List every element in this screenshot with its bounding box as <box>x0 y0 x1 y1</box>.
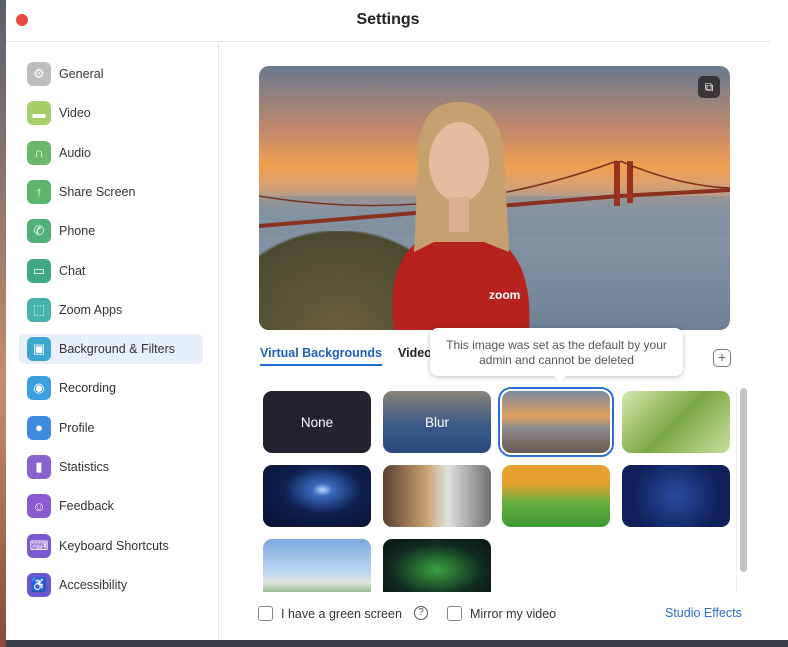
sidebar-item-share-screen[interactable]: ↑ Share Screen <box>19 177 203 207</box>
sidebar-item-label: General <box>59 67 104 81</box>
headphones-icon: ∩ <box>27 140 51 165</box>
background-camper-van[interactable] <box>502 465 610 527</box>
scroll-track <box>736 386 737 591</box>
phone-icon: ✆ <box>27 219 51 244</box>
person-on-camera: zoom <box>392 102 530 330</box>
tab-virtual-backgrounds[interactable]: Virtual Backgrounds <box>260 346 383 366</box>
sidebar-item-label: Audio <box>59 145 91 160</box>
background-golden-gate-bridge[interactable] <box>498 387 614 457</box>
sidebar-item-chat[interactable]: ▭ Chat <box>19 256 203 286</box>
apps-icon: ⬚ <box>27 297 51 322</box>
sidebar-item-audio[interactable]: ∩ Audio <box>19 138 203 168</box>
tooltip: This image was set as the default by you… <box>430 328 683 382</box>
sidebar-item-background-filters[interactable]: ▣ Background & Filters <box>19 334 203 365</box>
window-edge <box>770 0 788 640</box>
sidebar-item-video[interactable]: ▬ Video <box>19 98 203 128</box>
tab-video-filters[interactable]: Video <box>398 346 432 360</box>
background-pattern[interactable] <box>622 465 730 527</box>
sidebar-item-phone[interactable]: ✆ Phone <box>19 216 203 246</box>
window-title: Settings <box>356 11 420 28</box>
video-camera-icon: ▬ <box>27 101 51 126</box>
fullscreen-icon[interactable]: ⧉ <box>698 76 720 98</box>
background-grass[interactable] <box>622 391 730 453</box>
background-label: None <box>300 414 334 430</box>
background-blur[interactable]: Blur <box>383 391 491 453</box>
sidebar-item-label: Phone <box>59 224 96 239</box>
green-screen-label: I have a green screen <box>281 607 402 621</box>
sidebar-item-label: Video <box>59 106 91 121</box>
background-icon: ▣ <box>27 337 51 362</box>
background-aurora[interactable] <box>383 539 491 592</box>
tooltip-line-2: admin and cannot be deleted <box>479 353 634 367</box>
title-bar: Settings <box>6 0 770 42</box>
sidebar-item-label: Chat <box>59 263 86 278</box>
background-office[interactable] <box>383 465 491 527</box>
scrollbar[interactable] <box>740 388 747 572</box>
sidebar-item-label: Zoom Apps <box>59 302 123 317</box>
sidebar-item-label: Share Screen <box>59 184 136 199</box>
green-screen-checkbox[interactable] <box>258 606 273 621</box>
add-background-icon[interactable]: + <box>713 349 731 367</box>
background-label: Blur <box>424 414 449 430</box>
background-earth-from-space[interactable] <box>263 465 371 527</box>
chat-icon: ▭ <box>27 258 51 283</box>
settings-window: Settings ⚙ General ▬ Video ∩ Audio ↑ Share Scre… <box>6 0 770 640</box>
background-none[interactable]: None <box>263 391 371 453</box>
tooltip-line-1: This image was set as the default by you… <box>446 338 667 352</box>
mirror-video-label: Mirror my video <box>470 607 557 621</box>
video-preview: zoom ⧉ <box>259 66 730 330</box>
gear-icon: ⚙ <box>27 62 51 86</box>
help-icon[interactable]: ? <box>414 606 428 620</box>
sidebar-item-zoom-apps[interactable]: ⬚ Zoom Apps <box>19 295 203 325</box>
mirror-video-checkbox[interactable] <box>447 606 462 621</box>
sidebar-item-general[interactable]: ⚙ General <box>19 59 203 89</box>
sidebar-item-label: Background & Filters <box>59 342 176 357</box>
background-beach[interactable] <box>263 539 371 592</box>
studio-effects-link[interactable]: Studio Effects <box>665 606 742 620</box>
shirt-logo: zoom <box>489 288 520 302</box>
share-screen-icon: ↑ <box>27 179 51 204</box>
